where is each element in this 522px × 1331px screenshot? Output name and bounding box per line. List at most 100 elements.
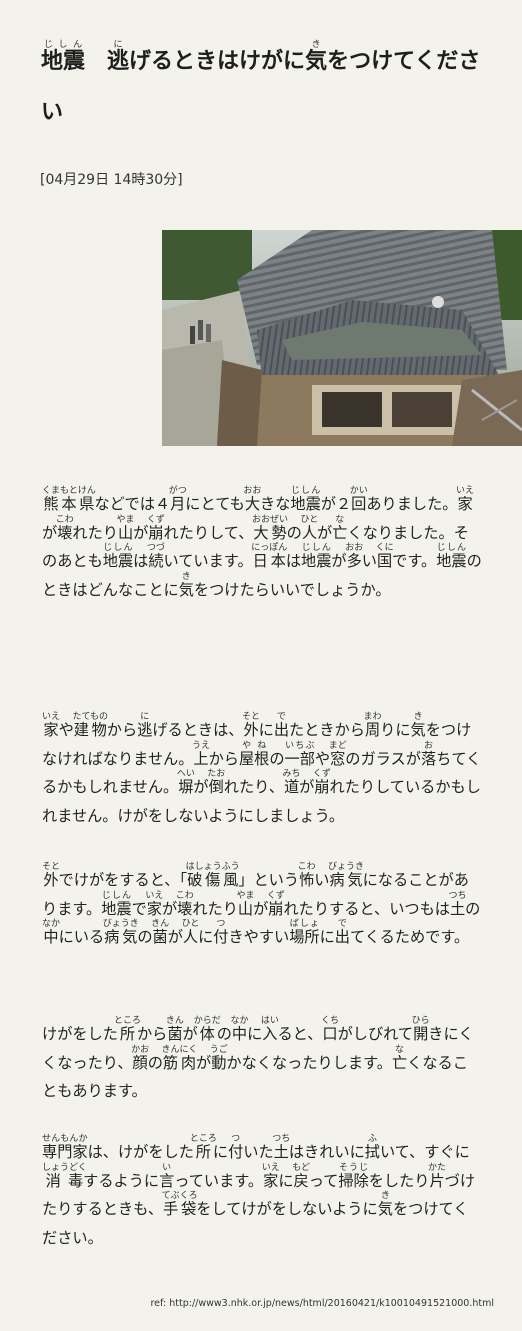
ruby-reading: つ: [228, 1134, 244, 1144]
paragraph-text: れたりすると、いつもは: [283, 899, 450, 918]
ruby-base: 崩: [312, 778, 331, 796]
ruby-word: 壊こわ: [56, 515, 74, 542]
ruby-reading: かた: [428, 1162, 447, 1173]
title-ruby-word: 気き: [305, 40, 328, 74]
ruby-base: 中: [42, 928, 60, 946]
damaged-house-illustration: [162, 230, 522, 446]
ruby-word: 道みち: [283, 769, 301, 796]
ruby-word: 亡な: [332, 515, 347, 542]
ruby-word: 山やま: [237, 891, 255, 918]
ruby-reading: いえ: [456, 486, 475, 496]
ruby-reading: いえ: [42, 712, 61, 722]
ruby-word: 回かい: [350, 486, 368, 513]
paragraph-text: にとても: [185, 495, 245, 513]
ruby-base: 熊本県: [42, 495, 96, 513]
ruby-word: 中なか: [230, 1016, 248, 1043]
ruby-reading: くまもとけん: [42, 486, 96, 496]
ruby-base: 消毒: [42, 1171, 87, 1190]
ruby-reading: いえ: [145, 890, 164, 901]
title-ruby-word: 地震じしん: [41, 40, 85, 74]
ruby-reading: がつ: [168, 486, 187, 496]
ruby-reading: こわ: [175, 890, 194, 901]
ruby-word: 片かた: [428, 1163, 446, 1190]
ruby-reading: はしょうふう: [185, 862, 240, 872]
ruby-word: 場所ばしょ: [289, 919, 319, 946]
ruby-base: 口: [321, 1025, 339, 1043]
ruby-word: 拭ふ: [365, 1134, 380, 1161]
paragraph-text: りに: [380, 721, 411, 739]
paragraph-text: などでは４: [94, 495, 171, 513]
ruby-word: 動うご: [210, 1045, 228, 1072]
ruby-word: 地震じしん: [301, 543, 332, 570]
paragraph-text: をしてけがをしないように: [196, 1200, 378, 1218]
ruby-reading: ばしょ: [289, 919, 320, 929]
paragraph-text: から: [106, 721, 138, 739]
ruby-word: 続つづ: [147, 543, 165, 570]
ruby-word: 家いえ: [456, 486, 475, 513]
title-reading: き: [305, 40, 328, 50]
article-paragraph: 専門家せんもんかは、けがをした所ところに付ついた土つちはきれいに拭ふいて、すぐに…: [42, 1134, 482, 1252]
ruby-reading: こわ: [297, 862, 316, 872]
paragraph-text: の: [286, 523, 302, 542]
ruby-word: 気き: [410, 712, 426, 739]
paragraph-text: にいる: [58, 928, 105, 946]
ruby-base: 落: [420, 749, 437, 768]
paragraph-text: きな: [260, 495, 291, 513]
ruby-word: 周まわ: [364, 712, 382, 739]
ruby-reading: かお: [131, 1044, 150, 1055]
ruby-word: 一部いちぶ: [285, 741, 315, 768]
ruby-reading: やま: [116, 514, 135, 525]
paragraph-text: れたり: [72, 523, 118, 542]
ruby-base: 手袋: [161, 1200, 198, 1218]
ruby-word: 家いえ: [145, 891, 163, 918]
ruby-word: 上うえ: [192, 741, 210, 768]
ruby-base: 人: [181, 928, 200, 946]
article-title: 地震じしん 逃にげるときはけがに気きをつけてください: [41, 36, 481, 138]
ruby-word: 消毒しょうどく: [42, 1163, 87, 1190]
paragraph-text: に: [258, 721, 274, 739]
ruby-word: 外そと: [242, 712, 260, 739]
paragraph-text: に: [319, 928, 335, 946]
ruby-base: 専門家: [42, 1143, 88, 1161]
ruby-reading: に: [137, 712, 153, 722]
ruby-base: 出: [273, 721, 289, 739]
ruby-reading: な: [332, 514, 348, 525]
ruby-base: 気: [410, 721, 426, 739]
ruby-base: 付: [228, 1143, 244, 1161]
ruby-reading: くち: [321, 1016, 340, 1026]
ruby-word: 窓まど: [329, 741, 347, 768]
ruby-reading: じしん: [436, 543, 467, 553]
title-ruby-word: 逃に: [107, 40, 129, 74]
source-reference: ref: http://www3.nhk.or.jp/news/html/201…: [150, 1298, 494, 1309]
ruby-reading: ところ: [113, 1016, 141, 1026]
ruby-reading: こわ: [55, 514, 74, 525]
ruby-reading: ひと: [300, 514, 319, 525]
ruby-reading: き: [410, 712, 426, 722]
ruby-base: 地震: [301, 552, 332, 570]
ruby-word: 手袋てぶくろ: [161, 1191, 198, 1218]
ruby-word: 出で: [335, 919, 350, 946]
paragraph-text: ると、: [277, 1025, 323, 1043]
title-word: 気: [305, 49, 328, 74]
ruby-base: 建物: [72, 721, 109, 739]
ruby-reading: お: [420, 740, 437, 751]
ruby-base: 筋肉: [161, 1053, 198, 1072]
ruby-reading: へい: [176, 769, 195, 779]
ruby-reading: おおぜい: [252, 514, 289, 525]
ruby-word: 付つ: [228, 1134, 244, 1161]
ruby-word: 体からだ: [194, 1016, 221, 1043]
article-paragraph: 外そとでけがをすると、「破傷風はしょうふう」という怖こわい病気びょうきになること…: [42, 862, 482, 952]
ruby-reading: なか: [42, 919, 61, 929]
ruby-word: 気き: [179, 572, 194, 599]
paragraph-text: に: [198, 928, 214, 946]
ruby-base: 菌: [165, 1025, 184, 1043]
ruby-reading: い: [159, 1162, 175, 1173]
ruby-base: 家: [456, 495, 475, 513]
ruby-word: 付つ: [213, 919, 228, 946]
ruby-base: 崩: [146, 523, 165, 542]
ruby-word: 家いえ: [42, 712, 60, 739]
paragraph-text: です。: [392, 552, 437, 570]
ruby-reading: ところ: [189, 1134, 217, 1144]
ruby-reading: じしん: [290, 486, 321, 496]
ruby-word: 入はい: [261, 1016, 279, 1043]
